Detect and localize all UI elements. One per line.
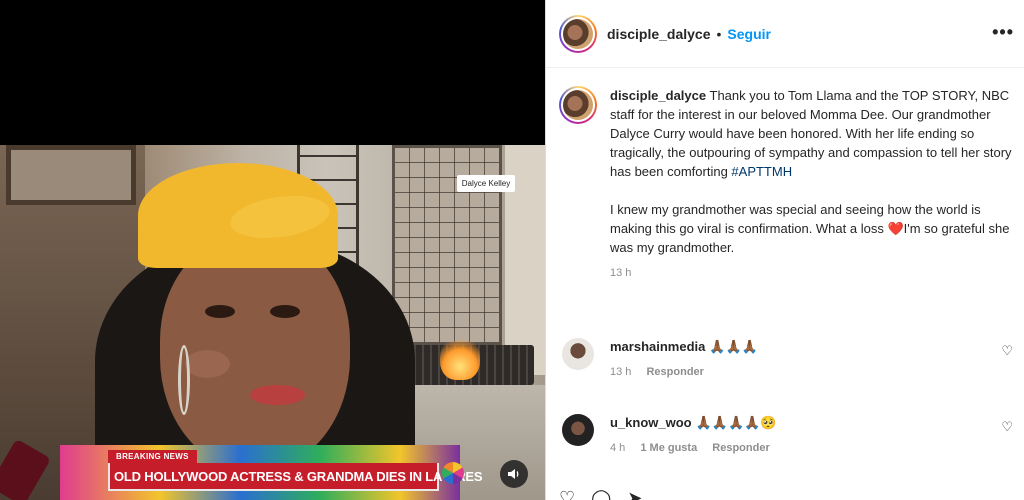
commenter-username[interactable]: u_know_woo [610,415,692,430]
woman-cheek [185,350,230,378]
woman-lips [250,385,305,405]
comment-item: marshainmedia 🙏🏾🙏🏾🙏🏾 13 h Responder ♡ [559,338,1019,378]
comment-likes[interactable]: 1 Me gusta [640,442,697,454]
video-frame [0,145,545,500]
commenter-avatar[interactable] [562,414,594,446]
hoop-earring [178,345,190,415]
comment-text: u_know_woo 🙏🏾🙏🏾🙏🏾🙏🏾🥺 [610,414,1019,432]
caption-username[interactable]: disciple_dalyce [610,88,706,103]
nbc-peacock-logo [442,462,464,484]
comment-meta: 4 h 1 Me gusta Responder [610,442,1019,454]
woman-face [160,235,350,470]
reply-button[interactable]: Responder [712,442,769,454]
like-icon[interactable]: ♡ [559,488,575,500]
comment-time[interactable]: 13 h [610,366,631,378]
sound-toggle-button[interactable] [500,460,528,488]
follow-button[interactable]: Seguir [727,26,771,42]
commenter-username[interactable]: marshainmedia [610,339,705,354]
author-avatar[interactable] [559,14,597,53]
separator-dot: • [716,25,722,42]
comment-text: marshainmedia 🙏🏾🙏🏾🙏🏾 [610,338,1019,356]
comment-time[interactable]: 4 h [610,442,625,454]
caption-hashtag[interactable]: #APTTMH [731,164,792,179]
speaker-icon [508,469,519,479]
background-window [6,145,136,205]
name-tag: Dalyce Kelley [457,175,515,192]
video-player[interactable]: Dalyce Kelley BREAKING NEWS OLD HOLLYWOO… [0,0,545,500]
comment-body: 🙏🏾🙏🏾🙏🏾 [709,339,758,354]
caption-text: disciple_dalyce Thank you to Tom Llama a… [610,86,1019,257]
woman-eye-right [270,305,300,318]
author-username[interactable]: disciple_dalyce [607,26,711,42]
news-headline: OLD HOLLYWOOD ACTRESS & GRANDMA DIES IN … [108,463,483,491]
comment-meta: 13 h Responder [610,366,1019,378]
fire-flame [440,335,480,380]
post-panel: disciple_dalyce • Seguir ••• disciple_da… [545,0,1024,500]
caption-avatar[interactable] [559,86,597,124]
comment-icon[interactable]: ◯ [591,488,611,500]
comment-like-icon[interactable]: ♡ [1001,343,1013,359]
caption-timestamp[interactable]: 13 h [610,267,1019,279]
more-options-icon[interactable]: ••• [992,22,1014,43]
breaking-news-label: BREAKING NEWS [108,450,197,463]
post-caption: disciple_dalyce Thank you to Tom Llama a… [559,86,1019,279]
share-icon[interactable]: ➤ [627,488,642,500]
post-header: disciple_dalyce • Seguir ••• [546,0,1024,68]
comment-body: 🙏🏾🙏🏾🙏🏾🙏🏾🥺 [695,415,777,430]
comment-item: u_know_woo 🙏🏾🙏🏾🙏🏾🙏🏾🥺 4 h 1 Me gusta Respo… [559,414,1019,454]
woman-eye-left [205,305,235,318]
reply-button[interactable]: Responder [646,366,703,378]
heart-emoji: ❤️ [887,221,904,236]
post-actions: ♡ ◯ ➤ [559,488,642,500]
commenter-avatar[interactable] [562,338,594,370]
comment-like-icon[interactable]: ♡ [1001,419,1013,435]
